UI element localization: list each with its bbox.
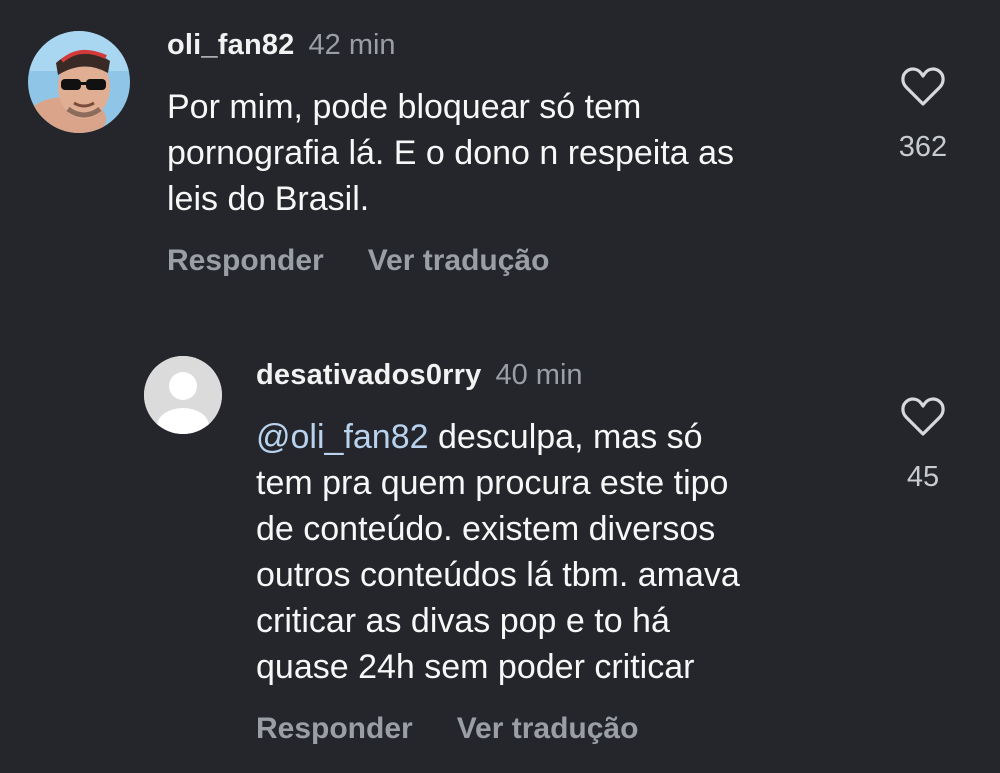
heart-outline-icon[interactable] [900, 396, 946, 438]
profile-photo-icon [28, 31, 130, 133]
like-count: 45 [906, 461, 940, 493]
translate-button[interactable]: Ver tradução [457, 712, 639, 745]
mention-link[interactable]: @oli_fan82 [256, 418, 429, 456]
comment-time: 42 min [308, 29, 396, 61]
comment-line-text: desculpa, mas só [428, 418, 703, 456]
user-avatar[interactable] [144, 356, 222, 434]
comment-actions: Responder Ver tradução [167, 243, 549, 279]
comment-line: @oli_fan82 desculpa, mas só [256, 414, 866, 460]
comment-line: tem pra quem procura este tipo [256, 464, 729, 502]
comment-actions: Responder Ver tradução [256, 711, 638, 747]
username[interactable]: desativados0rry [256, 359, 481, 391]
like-count: 362 [898, 131, 948, 163]
reply-button[interactable]: Responder [256, 712, 413, 745]
comment-header: oli_fan82 42 min [167, 27, 396, 68]
comment-time: 40 min [495, 359, 583, 391]
default-user-icon [144, 356, 222, 434]
comment-text: @oli_fan82 desculpa, mas só tem pra quem… [256, 414, 866, 690]
comment-line: quase 24h sem poder criticar [256, 648, 695, 686]
comment-line: Por mim, pode bloquear só tem [167, 88, 642, 126]
comment-line: criticar as divas pop e to há [256, 602, 670, 640]
like-control: 45 [888, 396, 958, 494]
translate-button[interactable]: Ver tradução [368, 244, 550, 277]
username[interactable]: oli_fan82 [167, 29, 295, 61]
reply-button[interactable]: Responder [167, 244, 324, 277]
comment-line: de conteúdo. existem diversos [256, 510, 716, 548]
heart-outline-icon[interactable] [900, 66, 946, 108]
comment-line: pornografia lá. E o dono n respeita as [167, 134, 735, 172]
comment-line: leis do Brasil. [167, 180, 370, 218]
like-control: 362 [888, 66, 958, 164]
comment-text: Por mim, pode bloquear só tem pornografi… [167, 84, 867, 222]
comment-line: outros conteúdos lá tbm. amava [256, 556, 740, 594]
comment-header: desativados0rry 40 min [256, 357, 583, 398]
user-avatar[interactable] [28, 31, 130, 133]
